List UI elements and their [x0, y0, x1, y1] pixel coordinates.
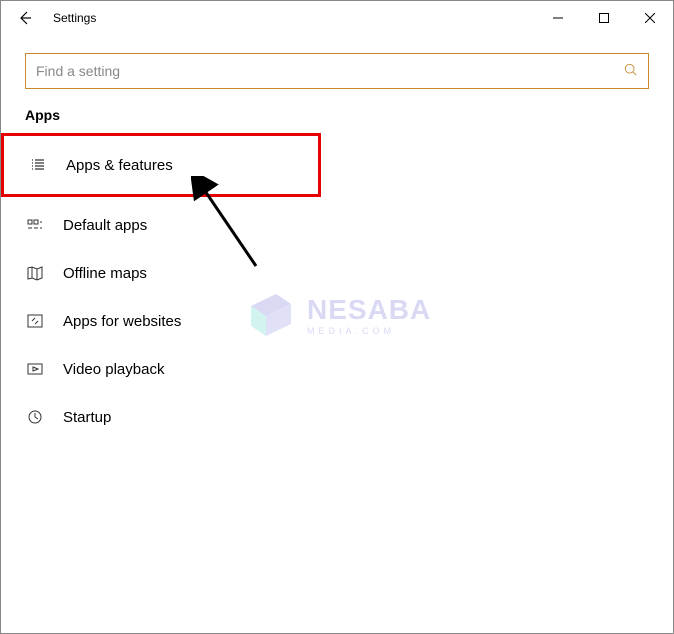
item-label: Apps for websites [63, 313, 181, 330]
search-icon [624, 63, 638, 80]
map-icon [25, 263, 45, 283]
settings-item-startup[interactable]: Startup [1, 393, 321, 441]
window-controls [535, 2, 673, 34]
section-title: Apps [25, 107, 649, 123]
close-button[interactable] [627, 2, 673, 34]
startup-icon [25, 407, 45, 427]
maximize-button[interactable] [581, 2, 627, 34]
back-arrow-icon [17, 10, 33, 26]
maximize-icon [599, 13, 609, 23]
search-input[interactable] [36, 63, 624, 79]
item-label: Startup [63, 409, 111, 426]
item-label: Video playback [63, 361, 164, 378]
settings-item-offline-maps[interactable]: Offline maps [1, 249, 321, 297]
item-label: Default apps [63, 217, 147, 234]
content-area: Apps Apps & features Default apps Offlin… [1, 35, 673, 453]
settings-list: Apps & features Default apps Offline map… [1, 133, 649, 441]
list-icon [28, 155, 48, 175]
settings-item-apps-features[interactable]: Apps & features [1, 133, 321, 197]
settings-item-apps-websites[interactable]: Apps for websites [1, 297, 321, 345]
titlebar: Settings [1, 1, 673, 35]
search-box[interactable] [25, 53, 649, 89]
item-label: Apps & features [66, 157, 173, 174]
window-title: Settings [53, 11, 96, 25]
settings-item-video-playback[interactable]: Video playback [1, 345, 321, 393]
defaults-icon [25, 215, 45, 235]
web-icon [25, 311, 45, 331]
minimize-icon [553, 13, 563, 23]
settings-item-default-apps[interactable]: Default apps [1, 201, 321, 249]
back-button[interactable] [9, 2, 41, 34]
video-icon [25, 359, 45, 379]
minimize-button[interactable] [535, 2, 581, 34]
item-label: Offline maps [63, 265, 147, 282]
close-icon [645, 13, 655, 23]
